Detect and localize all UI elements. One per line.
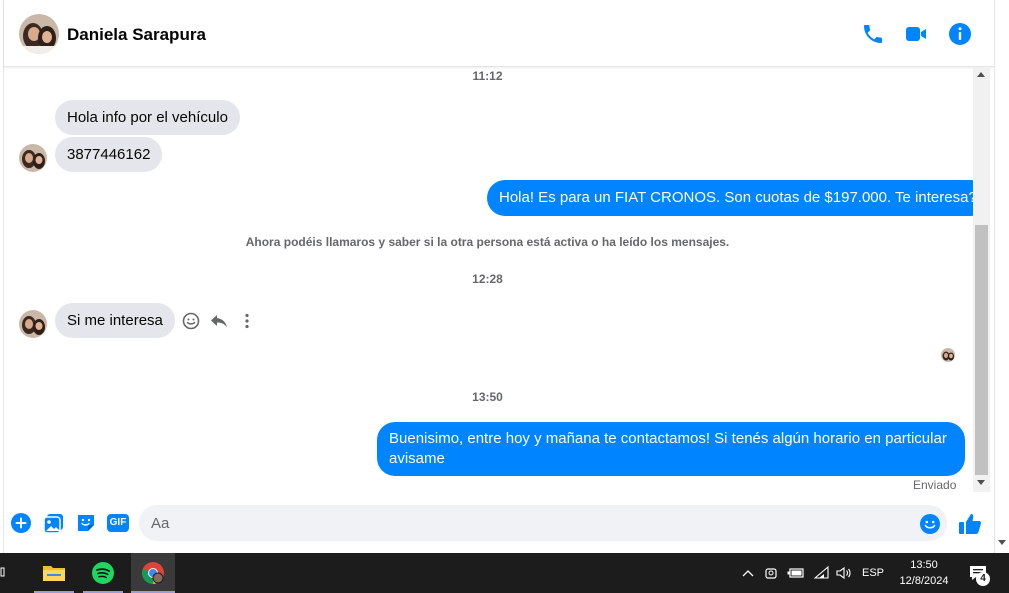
react-emoji-icon[interactable]: [181, 311, 201, 331]
video-call-icon[interactable]: [904, 22, 928, 46]
timestamp: 11:12: [472, 69, 503, 83]
clock-time: 13:50: [910, 559, 938, 571]
more-options-icon[interactable]: [237, 311, 257, 331]
contact-name[interactable]: Daniela Sarapura: [67, 25, 206, 45]
message-input[interactable]: Aa: [139, 505, 947, 541]
incoming-message[interactable]: Si me interesa: [55, 303, 175, 338]
emoji-icon[interactable]: [919, 513, 941, 535]
like-icon[interactable]: [957, 511, 983, 537]
sender-avatar[interactable]: [19, 310, 47, 338]
battery-icon[interactable]: [786, 553, 806, 593]
add-icon[interactable]: [10, 512, 32, 534]
task-view-icon[interactable]: [0, 553, 12, 593]
message-status: Enviado: [913, 478, 957, 492]
volume-icon[interactable]: [834, 553, 854, 593]
spotify-icon[interactable]: [83, 553, 123, 593]
messenger-window: Daniela Sarapura 11:12 Hola info por el …: [0, 0, 1009, 553]
wifi-icon[interactable]: [812, 553, 832, 593]
phone-icon[interactable]: [861, 22, 885, 46]
info-icon[interactable]: [948, 22, 972, 46]
clock-date: 12/8/2024: [899, 575, 949, 587]
outgoing-message[interactable]: Buenisimo, entre hoy y mañana te contact…: [377, 422, 965, 476]
scroll-down-icon[interactable]: [977, 480, 985, 485]
meet-now-icon[interactable]: [762, 553, 780, 593]
windows-taskbar: ESP 13:50 12/8/2024 4: [0, 553, 1009, 593]
gif-button[interactable]: GIF: [107, 514, 129, 532]
photo-icon[interactable]: [43, 512, 65, 534]
input-language[interactable]: ESP: [858, 553, 888, 593]
chat-scrollbar[interactable]: [973, 67, 990, 492]
scroll-up-icon[interactable]: [977, 72, 985, 77]
chat-header: Daniela Sarapura: [4, 0, 994, 67]
incoming-message[interactable]: 3877446162: [55, 137, 163, 172]
scrollbar-thumb[interactable]: [975, 225, 988, 475]
notifications-icon[interactable]: 4: [964, 553, 992, 593]
timestamp: 13:50: [472, 390, 503, 404]
seen-indicator-avatar: [941, 348, 955, 362]
outgoing-message[interactable]: Hola! Es para un FIAT CRONOS. Son cuotas…: [487, 180, 989, 216]
contact-avatar[interactable]: [19, 14, 59, 54]
outer-scrollbar[interactable]: [994, 0, 1009, 553]
sticker-icon[interactable]: [75, 512, 97, 534]
chrome-icon[interactable]: [131, 553, 175, 593]
show-hidden-icons[interactable]: [739, 553, 757, 593]
timestamp: 12:28: [472, 272, 503, 286]
file-explorer-icon[interactable]: [34, 553, 74, 593]
outer-scroll-down-icon[interactable]: [998, 540, 1006, 545]
system-clock[interactable]: 13:50 12/8/2024: [886, 557, 962, 589]
sender-avatar[interactable]: [19, 144, 47, 172]
incoming-message[interactable]: Hola info por el vehículo: [55, 100, 240, 135]
notification-count-badge: 4: [976, 572, 990, 586]
reply-icon[interactable]: [209, 311, 229, 331]
message-composer: GIF Aa: [4, 500, 994, 553]
chat-notice: Ahora podéis llamaros y saber si la otra…: [245, 235, 730, 249]
